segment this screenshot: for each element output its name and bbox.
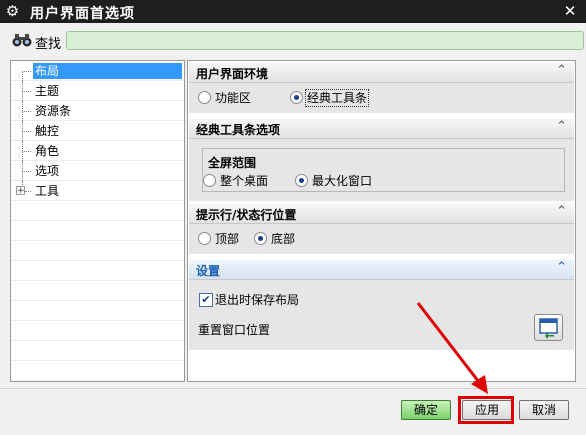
window-reset-icon: [539, 318, 558, 339]
tree-empty-row: [11, 221, 184, 241]
tree-item-label: 工具: [35, 184, 60, 198]
tree-item-label: 角色: [35, 144, 60, 158]
section-header-ui-environment[interactable]: 用户界面环境 ⌃: [189, 63, 574, 83]
tree-empty-row: [11, 301, 184, 321]
tree-empty-row: [11, 201, 184, 221]
radio-label: 整个桌面: [220, 174, 269, 188]
tree-item-resource-bar[interactable]: 资源条: [11, 101, 184, 121]
fullscreen-scope-group: 全屏范围 整个桌面 最大化窗口: [202, 148, 565, 192]
radio-label: 最大化窗口: [312, 174, 373, 188]
radio-circle[interactable]: [198, 91, 211, 104]
section-title: 设置: [196, 264, 221, 278]
tree-item-role[interactable]: 角色: [11, 141, 184, 161]
settings-panel: 用户界面环境 ⌃ 功能区 经典工具条 经典工具条选项 ⌃ 全屏范围 整个桌面 最…: [187, 60, 576, 382]
tree-item-touch[interactable]: 触控: [11, 121, 184, 141]
tree-empty-row: [11, 341, 184, 361]
group-title: 全屏范围: [208, 156, 257, 170]
title-bar: ⚙ 用户界面首选项 ✕: [0, 0, 586, 23]
section-title: 经典工具条选项: [196, 123, 281, 137]
tree-item-label: 选项: [35, 164, 60, 178]
collapse-icon[interactable]: ⌃: [556, 119, 567, 134]
tree-empty-row: [11, 241, 184, 261]
radio-label: 经典工具条: [304, 89, 370, 107]
search-label: 查找: [35, 37, 62, 52]
category-tree[interactable]: 布局 主题 资源条 触控 角色 选项 + 工具: [10, 60, 185, 382]
collapse-icon[interactable]: ⌃: [556, 260, 567, 275]
reset-window-position-button[interactable]: [534, 314, 563, 341]
reset-window-position-label: 重置窗口位置: [198, 323, 271, 337]
close-icon[interactable]: ✕: [558, 1, 582, 21]
section-title: 提示行/状态行位置: [196, 208, 297, 222]
apply-highlight-box: [458, 396, 514, 424]
radio-circle[interactable]: [203, 174, 216, 187]
tree-item-label: 布局: [33, 63, 182, 79]
section-title: 用户界面环境: [196, 67, 269, 81]
tree-empty-row: [11, 261, 184, 281]
tree-connector: [22, 171, 31, 172]
radio-circle[interactable]: [254, 232, 267, 245]
radio-circle[interactable]: [198, 232, 211, 245]
radio-circle[interactable]: [295, 174, 308, 187]
window-title: 用户界面首选项: [30, 6, 135, 22]
checkbox-label: 退出时保存布局: [215, 293, 300, 307]
tree-item-label: 资源条: [35, 104, 72, 118]
tree-empty-row: [11, 361, 184, 381]
tree-item-label: 主题: [35, 84, 60, 98]
expand-icon[interactable]: +: [16, 186, 25, 196]
tree-item-theme[interactable]: 主题: [11, 81, 184, 101]
tree-item-layout[interactable]: 布局: [11, 61, 184, 81]
section-header-prompt-status-position[interactable]: 提示行/状态行位置 ⌃: [189, 204, 574, 224]
tree-connector: [22, 91, 31, 92]
section-header-settings[interactable]: 设置 ⌃: [189, 260, 574, 280]
search-row: 查找: [0, 23, 586, 59]
section-body-settings: ✔ 退出时保存布局 重置窗口位置: [189, 280, 574, 350]
gear-icon[interactable]: ⚙: [4, 3, 21, 20]
tree-connector: [22, 131, 31, 132]
section-header-classic-toolbar[interactable]: 经典工具条选项 ⌃: [189, 119, 574, 139]
section-body-classic-toolbar: 全屏范围 整个桌面 最大化窗口: [189, 139, 574, 201]
collapse-icon[interactable]: ⌃: [556, 204, 567, 219]
search-input[interactable]: [66, 31, 584, 50]
radio-label: 功能区: [215, 91, 252, 105]
tree-connector: [25, 191, 31, 192]
binoculars-icon: [12, 34, 32, 47]
tree-empty-row: [11, 321, 184, 341]
ok-button[interactable]: 确定: [401, 400, 451, 420]
tree-item-label: 触控: [35, 124, 60, 138]
tree-item-options[interactable]: 选项: [11, 161, 184, 181]
checkbox-box[interactable]: ✔: [199, 293, 213, 307]
section-body-ui-environment: 功能区 经典工具条: [189, 83, 574, 113]
section-body-prompt-status-position: 顶部 底部: [189, 224, 574, 254]
tree-connector: [22, 71, 31, 72]
radio-circle[interactable]: [290, 91, 303, 104]
dialog-button-bar: 确定 应用 取消: [0, 388, 586, 435]
tree-empty-row: [11, 281, 184, 301]
collapse-icon[interactable]: ⌃: [556, 63, 567, 78]
tree-connector: [22, 71, 23, 81]
tree-connector: [22, 111, 31, 112]
radio-label: 顶部: [215, 232, 240, 246]
cancel-button[interactable]: 取消: [519, 400, 569, 420]
tree-item-tools[interactable]: + 工具: [11, 181, 184, 201]
radio-label: 底部: [271, 232, 296, 246]
tree-connector: [22, 151, 31, 152]
